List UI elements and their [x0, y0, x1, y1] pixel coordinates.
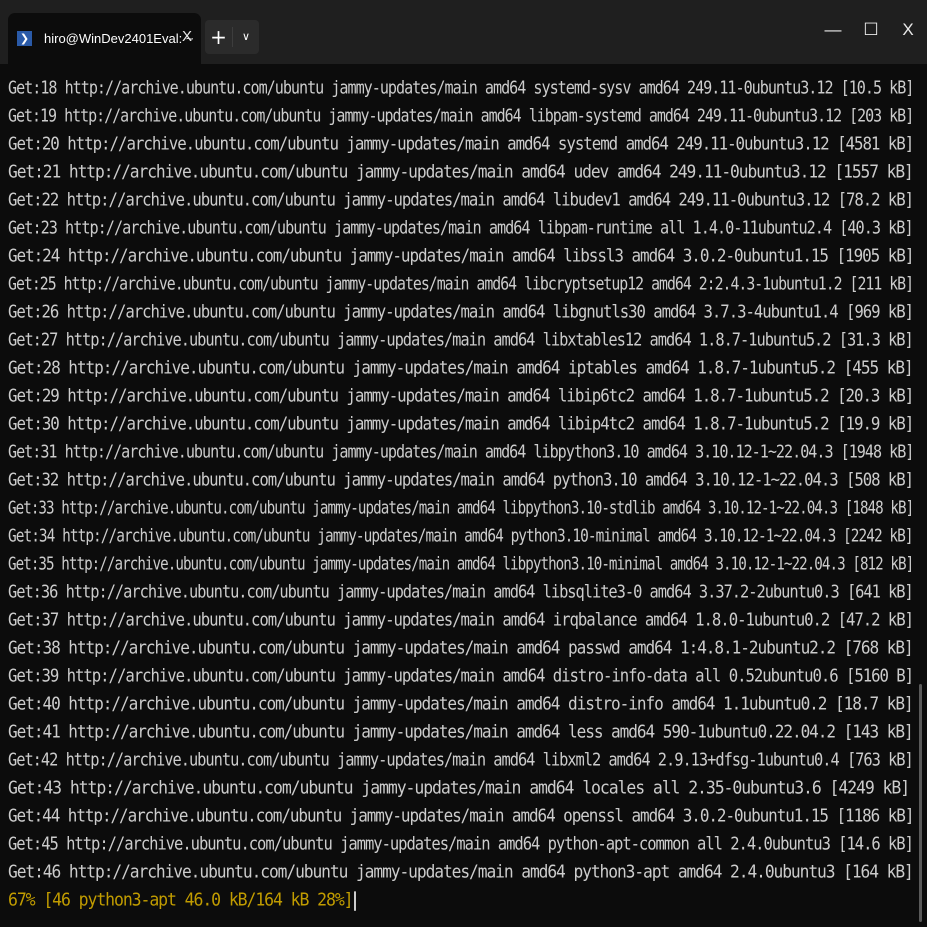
new-tab-group: + ∨: [205, 20, 259, 54]
terminal-line: Get:28 http://archive.ubuntu.com/ubuntu …: [8, 357, 914, 378]
terminal-line: Get:22 http://archive.ubuntu.com/ubuntu …: [8, 189, 914, 210]
terminal-line: Get:30 http://archive.ubuntu.com/ubuntu …: [8, 413, 914, 434]
maximize-button[interactable]: ☐: [856, 18, 886, 42]
terminal-line: Get:18 http://archive.ubuntu.com/ubuntu …: [8, 77, 914, 98]
terminal-output[interactable]: Get:18 http://archive.ubuntu.com/ubuntu …: [0, 64, 927, 927]
tab-active[interactable]: ❯ hiro@WinDev2401Eval: ~ X: [8, 13, 201, 64]
terminal-line: Get:37 http://archive.ubuntu.com/ubuntu …: [8, 609, 914, 630]
terminal-line: Get:40 http://archive.ubuntu.com/ubuntu …: [8, 693, 914, 714]
terminal-line: Get:25 http://archive.ubuntu.com/ubuntu …: [8, 273, 914, 294]
terminal-line: Get:31 http://archive.ubuntu.com/ubuntu …: [8, 441, 914, 462]
progress-text: 67% [46 python3-apt 46.0 kB/164 kB 28%]: [8, 889, 354, 910]
text-cursor: [353, 890, 356, 911]
new-tab-button[interactable]: +: [205, 20, 232, 54]
terminal-line: Get:39 http://archive.ubuntu.com/ubuntu …: [8, 665, 914, 686]
terminal-line: Get:42 http://archive.ubuntu.com/ubuntu …: [8, 749, 914, 770]
terminal-line: Get:29 http://archive.ubuntu.com/ubuntu …: [8, 385, 914, 406]
terminal-window: ❯ hiro@WinDev2401Eval: ~ X + ∨ — ☐ X Get…: [0, 0, 927, 927]
terminal-line: Get:34 http://archive.ubuntu.com/ubuntu …: [8, 525, 914, 546]
tab-close-icon[interactable]: X: [182, 28, 192, 46]
tab-title: hiro@WinDev2401Eval: ~: [44, 31, 194, 46]
terminal-line: Get:21 http://archive.ubuntu.com/ubuntu …: [8, 161, 914, 182]
terminal-line: Get:23 http://archive.ubuntu.com/ubuntu …: [8, 217, 914, 238]
terminal-line: Get:43 http://archive.ubuntu.com/ubuntu …: [8, 777, 910, 798]
chevron-down-icon[interactable]: ∨: [233, 20, 259, 54]
linux-shell-icon: ❯: [17, 31, 32, 46]
terminal-line: Get:35 http://archive.ubuntu.com/ubuntu …: [8, 553, 914, 574]
terminal-line: Get:26 http://archive.ubuntu.com/ubuntu …: [8, 301, 914, 322]
terminal-line: Get:33 http://archive.ubuntu.com/ubuntu …: [8, 497, 914, 518]
title-bar[interactable]: ❯ hiro@WinDev2401Eval: ~ X + ∨ — ☐ X: [0, 0, 927, 64]
terminal-line: Get:20 http://archive.ubuntu.com/ubuntu …: [8, 133, 914, 154]
terminal-line: Get:27 http://archive.ubuntu.com/ubuntu …: [8, 329, 914, 350]
progress-line: 67% [46 python3-apt 46.0 kB/164 kB 28%]: [8, 885, 356, 915]
terminal-line: Get:41 http://archive.ubuntu.com/ubuntu …: [8, 721, 914, 742]
terminal-line: Get:19 http://archive.ubuntu.com/ubuntu …: [8, 105, 914, 126]
terminal-line: Get:44 http://archive.ubuntu.com/ubuntu …: [8, 805, 914, 826]
terminal-line: Get:45 http://archive.ubuntu.com/ubuntu …: [8, 833, 914, 854]
terminal-line: Get:24 http://archive.ubuntu.com/ubuntu …: [8, 245, 914, 266]
scrollbar-thumb[interactable]: [919, 684, 922, 922]
terminal-line: Get:46 http://archive.ubuntu.com/ubuntu …: [8, 861, 914, 882]
terminal-line: Get:36 http://archive.ubuntu.com/ubuntu …: [8, 581, 914, 602]
minimize-button[interactable]: —: [818, 18, 848, 42]
terminal-line: Get:32 http://archive.ubuntu.com/ubuntu …: [8, 469, 914, 490]
terminal-line: Get:38 http://archive.ubuntu.com/ubuntu …: [8, 637, 914, 658]
close-button[interactable]: X: [893, 18, 923, 42]
